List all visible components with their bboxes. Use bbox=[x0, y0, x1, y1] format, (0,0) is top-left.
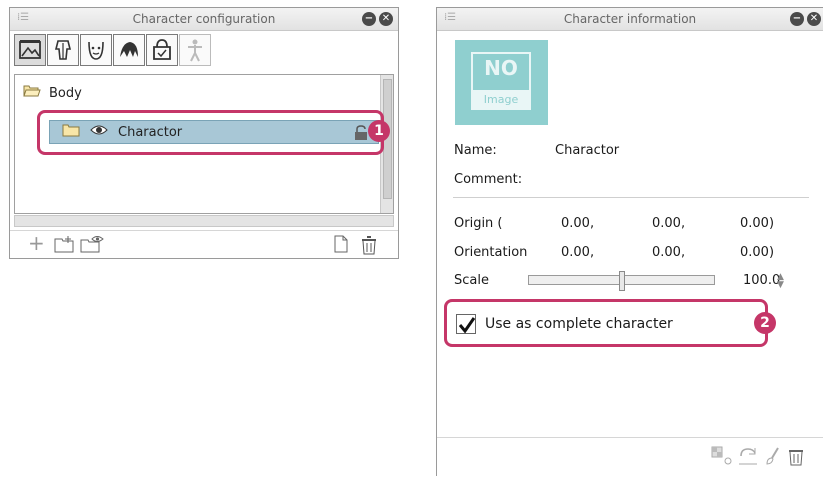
pose-figure-icon bbox=[188, 39, 202, 62]
panel-titlebar[interactable]: ⁞☰ Character configuration − ✕ bbox=[10, 8, 398, 31]
texture-icon[interactable] bbox=[711, 446, 733, 470]
panel-bottom-toolbar: + bbox=[10, 230, 398, 259]
collapse-icon[interactable]: − bbox=[362, 12, 376, 26]
add-icon[interactable]: + bbox=[28, 231, 45, 255]
callout-2-badge: 2 bbox=[754, 312, 776, 334]
costume-icon bbox=[54, 40, 72, 60]
orientation-y-value[interactable]: 0.00, bbox=[652, 245, 685, 260]
open-folder-icon bbox=[23, 84, 43, 102]
costume-button[interactable] bbox=[47, 34, 79, 66]
accessory-icon bbox=[153, 39, 171, 60]
callout-1-badge: 1 bbox=[368, 120, 390, 142]
collapse-icon[interactable]: − bbox=[790, 12, 804, 26]
new-folder-visible-icon[interactable] bbox=[80, 235, 104, 257]
origin-y-value[interactable]: 0.00, bbox=[652, 216, 685, 231]
name-value[interactable]: Charactor bbox=[555, 143, 619, 158]
background-button[interactable] bbox=[14, 34, 46, 66]
orientation-z-value[interactable]: 0.00) bbox=[740, 245, 774, 260]
brush-icon[interactable] bbox=[763, 446, 783, 470]
origin-label: Origin ( bbox=[454, 216, 503, 231]
close-icon[interactable]: ✕ bbox=[807, 12, 821, 26]
refresh-icon[interactable] bbox=[737, 446, 759, 470]
close-icon[interactable]: ✕ bbox=[379, 12, 393, 26]
accessory-button[interactable] bbox=[146, 34, 178, 66]
scale-slider-knob[interactable] bbox=[618, 271, 625, 291]
new-page-icon[interactable] bbox=[333, 235, 349, 257]
character-information-panel: ⁞☰ Character information − ✕ NO Image Na… bbox=[436, 7, 823, 476]
orientation-x-value[interactable]: 0.00, bbox=[561, 245, 594, 260]
background-icon bbox=[19, 40, 41, 59]
panel-titlebar[interactable]: ⁞☰ Character information − ✕ bbox=[437, 8, 823, 31]
tree-horizontal-scrollbar[interactable] bbox=[14, 215, 394, 227]
panel-footer-toolbar bbox=[437, 437, 823, 478]
name-label: Name: bbox=[454, 143, 497, 158]
comment-label: Comment: bbox=[454, 172, 523, 187]
face-button[interactable] bbox=[80, 34, 112, 66]
character-thumbnail: NO Image bbox=[455, 40, 548, 125]
delete-icon[interactable] bbox=[787, 446, 805, 470]
folder-label: Body bbox=[49, 85, 82, 101]
hair-button[interactable] bbox=[113, 34, 145, 66]
scale-value[interactable]: 100.0 bbox=[743, 273, 780, 288]
face-icon bbox=[88, 41, 104, 60]
scale-label: Scale bbox=[454, 273, 489, 288]
panel-title: Character configuration bbox=[132, 12, 276, 26]
callout-2-highlight bbox=[444, 299, 768, 347]
thumbnail-image-text: Image bbox=[471, 90, 531, 110]
callout-1-highlight bbox=[37, 110, 384, 155]
scale-slider[interactable] bbox=[528, 271, 715, 291]
origin-z-value[interactable]: 0.00) bbox=[740, 216, 774, 231]
delete-icon[interactable] bbox=[360, 235, 378, 259]
scale-spinner-icon[interactable]: ▲ ▼ bbox=[777, 273, 784, 290]
new-folder-icon[interactable] bbox=[54, 235, 76, 257]
panel-title: Character information bbox=[563, 12, 697, 26]
orientation-label: Orientation bbox=[454, 245, 528, 260]
origin-x-value[interactable]: 0.00, bbox=[561, 216, 594, 231]
pose-figure-button[interactable] bbox=[179, 34, 211, 66]
hair-icon bbox=[120, 42, 138, 57]
divider bbox=[453, 197, 809, 198]
tree-folder-body[interactable]: Body bbox=[23, 81, 82, 105]
